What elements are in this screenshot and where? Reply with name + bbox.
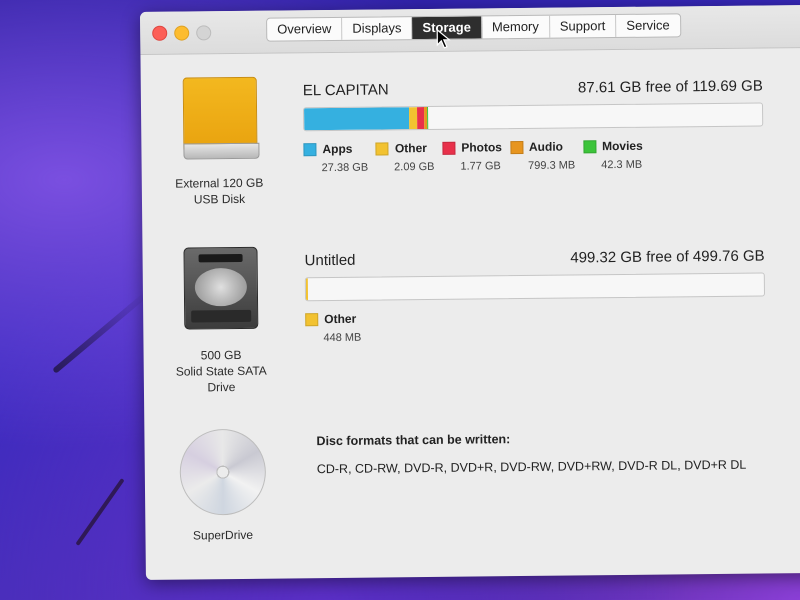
- tab-bar: Overview Displays Storage Memory Support…: [266, 13, 681, 42]
- volume-name: EL CAPITAN: [302, 81, 389, 100]
- device-external-usb[interactable]: External 120 GB USB Disk: [151, 76, 287, 207]
- hard-drive-icon: [182, 246, 258, 330]
- legend-item-apps: Apps 27.38 GB: [303, 142, 368, 175]
- volume-capacity: 87.61 GB free of 119.69 GB: [577, 77, 763, 97]
- close-button[interactable]: [152, 25, 168, 41]
- tab-service[interactable]: Service: [616, 14, 680, 37]
- tab-memory[interactable]: Memory: [481, 15, 550, 39]
- swatch: [303, 142, 317, 156]
- swatch: [509, 140, 524, 154]
- device-label: 500 GB Solid State SATA Drive: [175, 347, 267, 395]
- tab-displays[interactable]: Displays: [342, 17, 413, 40]
- legend-label: Other: [324, 311, 357, 327]
- tab-overview[interactable]: Overview: [267, 17, 343, 41]
- volume-untitled: Untitled 499.32 GB free of 499.76 GB Oth…: [305, 247, 766, 344]
- swatch: [582, 139, 597, 153]
- legend-item-other: Other 2.09 GB: [375, 141, 435, 174]
- volume-el-capitan: EL CAPITAN 87.61 GB free of 119.69 GB Ap…: [303, 77, 764, 174]
- legend-label: Audio: [528, 139, 564, 154]
- legend-item-movies: Movies 42.3 MB: [582, 138, 643, 172]
- wallpaper-streak: [75, 478, 125, 546]
- device-label: SuperDrive: [192, 527, 254, 543]
- tab-support[interactable]: Support: [549, 15, 617, 38]
- disc-formats-title: Disc formats that can be written:: [316, 432, 511, 449]
- storage-segment-other: [408, 107, 418, 130]
- legend-item-audio: Audio 799.3 MB: [509, 139, 576, 172]
- zoom-button[interactable]: [196, 25, 212, 41]
- disc-formats-list: CD-R, CD-RW, DVD-R, DVD+R, DVD-RW, DVD+R…: [316, 457, 747, 477]
- about-this-mac-window: Overview Displays Storage Memory Support…: [140, 4, 800, 580]
- device-superdrive[interactable]: SuperDrive: [154, 428, 290, 543]
- external-drive-icon: [182, 76, 260, 160]
- storage-bar: [303, 102, 764, 132]
- storage-segment-movies: [426, 106, 429, 130]
- legend-label: Movies: [601, 138, 643, 154]
- legend-size: 799.3 MB: [528, 159, 576, 172]
- legend-size: 1.77 GB: [460, 160, 501, 173]
- legend-label: Other: [394, 141, 428, 156]
- storage-legend: Other 448 MB: [305, 307, 765, 344]
- wallpaper-streak: [52, 292, 148, 374]
- title-bar: Overview Displays Storage Memory Support…: [140, 4, 800, 55]
- volume-name: Untitled: [304, 251, 356, 270]
- mouse-pointer-icon: [436, 28, 451, 49]
- minimize-button[interactable]: [174, 25, 190, 41]
- storage-legend: Apps 27.38 GB Other 2.09 GB Photos 1.77 …: [303, 137, 763, 174]
- device-internal-ssd[interactable]: 500 GB Solid State SATA Drive: [152, 246, 289, 395]
- legend-size: 42.3 MB: [601, 158, 643, 172]
- legend-size: 27.38 GB: [321, 161, 369, 175]
- storage-segment-other: [305, 278, 308, 301]
- legend-label: Apps: [322, 141, 353, 157]
- legend-label: Photos: [461, 140, 503, 155]
- device-label: External 120 GB USB Disk: [175, 175, 264, 207]
- swatch: [442, 141, 456, 155]
- storage-segment-apps: [304, 107, 410, 131]
- storage-bar: [304, 272, 766, 302]
- volume-capacity: 499.32 GB free of 499.76 GB: [570, 247, 765, 267]
- legend-size: 448 MB: [323, 331, 362, 345]
- optical-disc-icon: [178, 428, 266, 516]
- swatch: [375, 141, 389, 156]
- legend-size: 2.09 GB: [394, 160, 435, 174]
- legend-item-photos: Photos 1.77 GB: [442, 140, 502, 173]
- swatch: [305, 312, 319, 326]
- legend-item-other: Other 448 MB: [305, 312, 361, 345]
